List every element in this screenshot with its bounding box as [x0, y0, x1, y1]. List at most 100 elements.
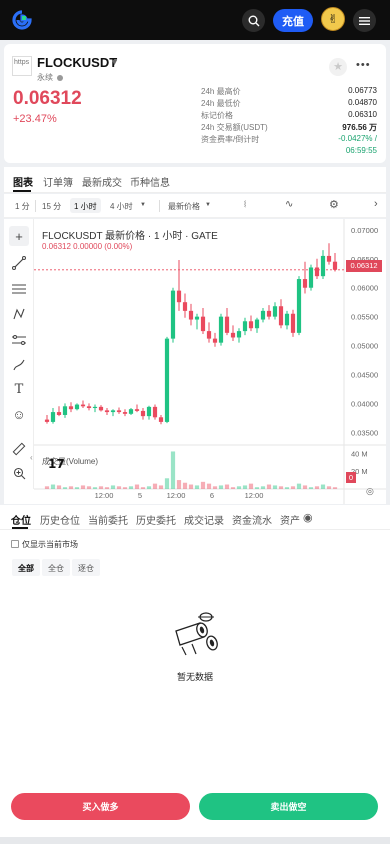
home-indicator — [0, 837, 390, 844]
volume-bar — [146, 486, 152, 489]
y-tick-label: 0.04000 — [351, 399, 378, 408]
tab-trade-history[interactable]: 成交记录 — [184, 512, 224, 527]
pair-name[interactable]: FLOCKUSDT — [37, 55, 117, 70]
volume-bar — [308, 487, 314, 489]
sell-short-button[interactable]: 卖出做空 — [199, 793, 378, 820]
buy-long-button[interactable]: 买入做多 — [11, 793, 190, 820]
interval-15m[interactable]: 15 分 — [42, 201, 61, 212]
chart-title: FLOCKUSDT 最新价格 · 1 小时 · GATE — [42, 231, 218, 242]
candle-body — [224, 316, 230, 333]
volume-bar — [326, 486, 332, 489]
candle-body — [248, 321, 254, 329]
tab-fund-flow[interactable]: 资金流水 — [232, 512, 272, 527]
volume-bar — [284, 487, 290, 489]
contract-type: 永续 — [37, 72, 64, 83]
volume-bar — [260, 486, 266, 489]
candle-body — [218, 316, 224, 343]
candle-body — [116, 410, 122, 413]
interval-4h[interactable]: 4 小时 — [110, 201, 133, 212]
only-current-label[interactable]: 仅显示当前市场 — [22, 539, 78, 550]
candle-body — [176, 290, 182, 303]
candle-body — [308, 267, 314, 288]
tab-coin-info[interactable]: 币种信息 — [130, 174, 170, 189]
candle-body — [146, 406, 152, 417]
deposit-button[interactable]: 充值 — [273, 9, 313, 32]
tab-orderbook[interactable]: 订单簿 — [43, 174, 73, 189]
volume-bar — [194, 485, 200, 489]
filter-cross[interactable]: 全仓 — [42, 559, 70, 576]
volume-bar — [128, 486, 134, 489]
avatar[interactable]: ✌ — [321, 7, 345, 31]
tab-trades[interactable]: 最新成交 — [82, 174, 122, 189]
eye-icon[interactable]: ◉ — [303, 511, 313, 524]
candle-body — [254, 319, 260, 329]
candle-body — [158, 417, 164, 422]
price-type-select[interactable]: 最新价格 — [168, 201, 200, 212]
candle-body — [326, 255, 332, 262]
pair-dropdown-icon[interactable]: ▼ — [110, 57, 119, 67]
stat-value-funding[interactable]: -0.0427% / — [338, 134, 377, 143]
volume-bar — [92, 487, 98, 489]
chart-area[interactable]: + T ☺ 0.070000.065000.060000.055000.0500… — [4, 219, 386, 504]
info-icon[interactable] — [57, 74, 64, 81]
tradingview-logo: 𝟭𝟳 — [48, 457, 65, 471]
volume-bar — [122, 487, 128, 489]
favorite-star-icon[interactable]: ★ — [329, 58, 347, 76]
menu-icon[interactable] — [353, 9, 376, 32]
chevron-right-icon[interactable]: › — [374, 198, 378, 210]
candle-body — [98, 406, 104, 411]
tab-positions[interactable]: 仓位 — [11, 512, 31, 527]
current-price-tag: 0.06312 — [346, 260, 382, 272]
volume-bar — [236, 486, 242, 489]
more-icon[interactable]: ••• — [356, 59, 371, 71]
stat-value-low: 0.04870 — [348, 98, 377, 107]
volume-bar — [248, 483, 254, 489]
tab-position-history[interactable]: 历史仓位 — [40, 512, 80, 527]
divider — [159, 200, 160, 212]
stat-label-high: 24h 最高价 — [201, 87, 241, 96]
divider — [35, 200, 36, 212]
search-icon[interactable] — [242, 9, 265, 32]
y-tick-label: 0.05000 — [351, 342, 378, 351]
candle-body — [170, 290, 176, 339]
candle-body — [212, 338, 218, 343]
interval-1h[interactable]: 1 小时 — [70, 198, 101, 213]
only-current-checkbox[interactable] — [11, 540, 19, 548]
price-type-dropdown-icon[interactable]: ▼ — [205, 202, 211, 208]
filter-all[interactable]: 全部 — [12, 559, 40, 576]
tab-assets[interactable]: 资产 — [280, 512, 300, 527]
contract-type-label: 永续 — [37, 73, 53, 82]
tab-chart[interactable]: 图表 — [13, 174, 33, 189]
volume-tick-label: 40 M — [351, 449, 368, 458]
positions-tabs: 仓位 历史仓位 当前委托 历史委托 成交记录 资金流水 资产 ◉ — [0, 505, 390, 530]
chart-settings-icon[interactable]: ◎ — [366, 486, 374, 497]
volume-bar — [188, 484, 194, 489]
tab-order-history[interactable]: 历史委托 — [136, 512, 176, 527]
y-tick-label: 0.03500 — [351, 428, 378, 437]
change-percent: +23.47% — [13, 113, 57, 125]
volume-bar — [140, 487, 146, 489]
stat-label-mark: 标记价格 — [201, 111, 233, 120]
coin-icon: https — [12, 56, 32, 76]
indicator-icon[interactable]: ∿ — [285, 199, 293, 210]
tab-open-orders[interactable]: 当前委托 — [88, 512, 128, 527]
empty-binoculars-icon — [175, 612, 218, 656]
settings-gear-icon[interactable]: ⚙ — [329, 198, 339, 211]
candle-body — [266, 310, 272, 317]
candle-type-icon[interactable]: ⧙ — [244, 199, 246, 210]
volume-bar — [296, 483, 302, 489]
volume-bar — [104, 487, 110, 489]
interval-dropdown-icon[interactable]: ▼ — [140, 202, 146, 208]
volume-bar — [164, 478, 170, 489]
volume-bar — [200, 481, 206, 489]
candle-body — [62, 406, 68, 415]
volume-bar — [242, 485, 248, 489]
interval-1m[interactable]: 1 分 — [15, 201, 30, 212]
gate-logo-icon[interactable] — [12, 10, 32, 30]
candle-body — [296, 279, 302, 333]
candle-body — [74, 404, 80, 410]
collapse-left-icon[interactable]: ‹ — [30, 453, 33, 462]
filter-isolated[interactable]: 逐仓 — [72, 559, 100, 576]
y-tick-label: 0.05500 — [351, 313, 378, 322]
volume-bar — [182, 482, 188, 489]
